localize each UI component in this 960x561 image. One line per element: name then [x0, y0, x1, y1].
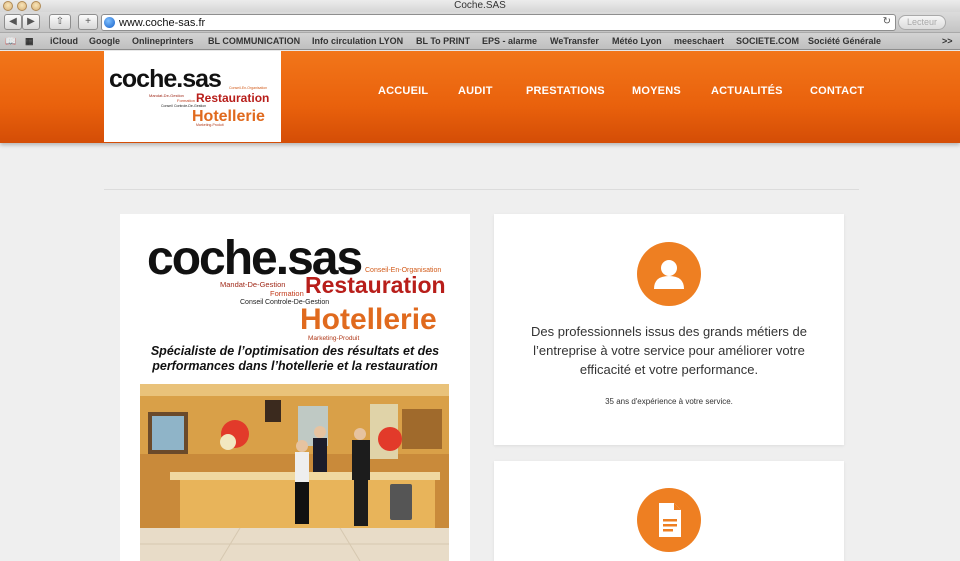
- nav-prestations[interactable]: PRESTATIONS: [526, 85, 605, 97]
- bookmarks-book-icon[interactable]: 📖: [5, 36, 16, 47]
- forward-button[interactable]: ▶: [22, 14, 40, 30]
- window-title: Coche.SAS: [454, 0, 506, 11]
- tagline: Spécialiste de l’optimisation des résult…: [120, 344, 470, 374]
- bookmarks-overflow-button[interactable]: >>: [942, 36, 953, 47]
- card-description-line: efficacité et votre performance.: [579, 362, 759, 377]
- wordcloud-word: Conseil: [240, 299, 264, 306]
- bookmark-item[interactable]: iCloud: [50, 36, 78, 47]
- forward-arrow-icon: ▶: [27, 16, 35, 27]
- bookmark-item[interactable]: WeTransfer: [550, 36, 599, 47]
- bookmark-item[interactable]: EPS - alarme: [482, 36, 537, 47]
- wordcloud-word: Mandat-De-Gestion: [220, 280, 285, 289]
- plus-icon: +: [85, 16, 91, 27]
- share-button[interactable]: ⇧: [49, 14, 71, 30]
- tagline-line: performances dans l’hotellerie et la res…: [152, 359, 438, 373]
- globe-icon: [104, 17, 115, 28]
- back-arrow-icon: ◀: [9, 16, 17, 27]
- bookmark-item[interactable]: Info circulation LYON: [312, 36, 403, 47]
- bookmark-item[interactable]: Google: [89, 36, 120, 47]
- nav-contact[interactable]: CONTACT: [810, 85, 864, 97]
- logo-word: Restauration: [196, 91, 269, 105]
- logo-brand: coche.sas: [109, 65, 221, 93]
- bookmark-item[interactable]: Météo Lyon: [612, 36, 662, 47]
- brand-wordcloud: coche.sas Conseil-En-Organisation Mandat…: [147, 232, 446, 342]
- user-icon: [637, 242, 701, 306]
- address-url: www.coche-sas.fr: [119, 17, 206, 29]
- document-icon: [637, 488, 701, 552]
- bookmarks-bar: 📖 ▦ iCloud Google Onlineprinters BL COMM…: [0, 33, 960, 50]
- reload-icon[interactable]: ↻: [883, 16, 891, 27]
- info-card: [494, 461, 844, 561]
- share-icon: ⇧: [55, 16, 65, 27]
- logo-word: Formation: [177, 98, 195, 103]
- logo-graphic: coche.sas Conseil-En-Organisation Mandat…: [109, 65, 269, 127]
- reception-illustration: [140, 384, 449, 561]
- reader-button[interactable]: Lecteur: [898, 15, 946, 30]
- section-divider: [104, 189, 859, 190]
- bookmark-item[interactable]: BL To PRINT: [416, 36, 470, 47]
- info-card: Des professionnels issus des grands méti…: [494, 214, 844, 445]
- wordcloud-word: Marketing-Produit: [308, 335, 359, 342]
- card-description-line: l’entreprise à votre service pour amélio…: [533, 343, 805, 358]
- nav-moyens[interactable]: MOYENS: [632, 85, 681, 97]
- bookmark-item[interactable]: Onlineprinters: [132, 36, 194, 47]
- card-description: Des professionnels issus des grands méti…: [514, 322, 824, 379]
- minimize-window-button[interactable]: [17, 1, 27, 11]
- site-header: coche.sas Conseil-En-Organisation Mandat…: [0, 51, 960, 143]
- presentation-panel: coche.sas Conseil-En-Organisation Mandat…: [120, 214, 470, 561]
- new-tab-button[interactable]: +: [78, 14, 98, 30]
- window-titlebar: Coche.SAS: [0, 0, 960, 12]
- site-logo[interactable]: coche.sas Conseil-En-Organisation Mandat…: [104, 51, 281, 142]
- wordcloud-word: Formation: [270, 289, 304, 298]
- bookmark-item[interactable]: SOCIETE.COM: [736, 36, 799, 47]
- browser-toolbar: ◀ ▶ ⇧ + www.coche-sas.fr ↻ Lecteur: [0, 12, 960, 33]
- card-description-line: Des professionnels issus des grands méti…: [530, 324, 808, 339]
- nav-accueil[interactable]: ACCUEIL: [378, 85, 428, 97]
- logo-word: Conseil-En-Organisation: [229, 86, 267, 90]
- hotel-reception-photo: [140, 384, 449, 561]
- logo-word: Conseil: [161, 104, 173, 108]
- nav-audit[interactable]: AUDIT: [458, 85, 493, 97]
- wordcloud-word: Hotellerie: [300, 303, 437, 336]
- logo-word: Marketing-Produit: [196, 123, 224, 127]
- nav-actualites[interactable]: ACTUALITÉS: [711, 85, 783, 97]
- bookmark-item[interactable]: Société Générale: [808, 36, 881, 47]
- bookmark-item[interactable]: meeschaert: [674, 36, 724, 47]
- card-subtext: 35 ans d'expérience à votre service.: [605, 397, 733, 406]
- back-button[interactable]: ◀: [4, 14, 22, 30]
- address-bar[interactable]: www.coche-sas.fr ↻: [101, 14, 896, 31]
- bookmark-item[interactable]: BL COMMUNICATION: [208, 36, 300, 47]
- zoom-window-button[interactable]: [31, 1, 41, 11]
- tagline-line: Spécialiste de l’optimisation des résult…: [150, 344, 440, 358]
- wordcloud-word: Restauration: [305, 272, 446, 298]
- top-sites-grid-icon[interactable]: ▦: [25, 36, 34, 47]
- close-window-button[interactable]: [3, 1, 13, 11]
